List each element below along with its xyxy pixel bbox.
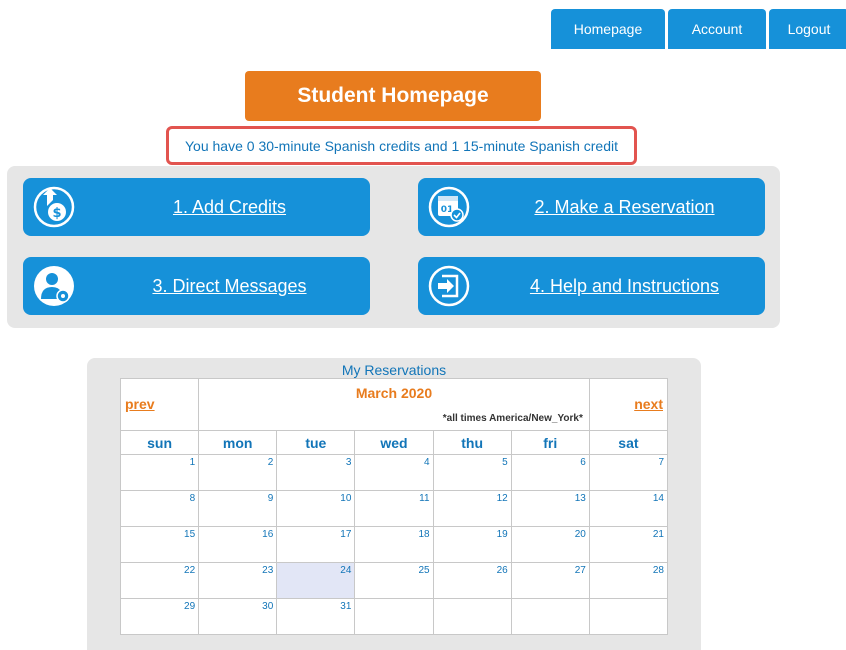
day-cell-empty	[588, 598, 669, 635]
day-cell[interactable]: 16	[198, 526, 278, 563]
day-cell[interactable]: 22	[119, 562, 200, 599]
day-cell[interactable]: 10	[276, 490, 356, 527]
nav-homepage-button[interactable]: Homepage	[551, 9, 665, 49]
day-cell[interactable]: 20	[510, 526, 590, 563]
day-cell[interactable]: 7	[588, 454, 669, 491]
day-cell[interactable]: 3	[276, 454, 356, 491]
day-cell[interactable]: 2	[198, 454, 278, 491]
day-cell[interactable]: 17	[276, 526, 356, 563]
day-cell-empty	[354, 598, 434, 635]
day-cell[interactable]: 4	[354, 454, 434, 491]
calendar-header-row: prev March 2020 *all times America/New_Y…	[119, 378, 669, 431]
day-cell[interactable]: 6	[510, 454, 590, 491]
day-cell[interactable]: 13	[510, 490, 590, 527]
help-instructions-label: 4. Help and Instructions	[529, 275, 720, 296]
day-cell[interactable]: 19	[432, 526, 512, 563]
dow-wed: wed	[354, 430, 434, 455]
day-cell[interactable]: 31	[276, 598, 356, 635]
prev-month-link[interactable]: prev	[125, 396, 155, 412]
day-cell[interactable]: 1	[119, 454, 200, 491]
help-instructions-button[interactable]: 4. Help and Instructions	[418, 257, 765, 315]
top-nav: Homepage Account Logout	[551, 9, 846, 49]
dow-sun: sun	[119, 430, 200, 455]
day-cell[interactable]: 14	[588, 490, 669, 527]
dow-mon: mon	[198, 430, 278, 455]
calendar-table: prev March 2020 *all times America/New_Y…	[119, 378, 669, 635]
prev-cell: prev	[119, 378, 200, 431]
week-row: 1 2 3 4 5 6 7	[119, 454, 669, 491]
add-credits-label: 1. Add Credits	[172, 196, 287, 217]
day-cell-empty	[510, 598, 590, 635]
day-cell[interactable]: 12	[432, 490, 512, 527]
exit-arrow-icon	[428, 265, 470, 307]
day-cell[interactable]: 9	[198, 490, 278, 527]
week-row: 15 16 17 18 19 20 21	[119, 526, 669, 563]
calendar-heading: My Reservations	[341, 362, 447, 378]
day-cell[interactable]: 27	[510, 562, 590, 599]
dow-tue: tue	[276, 430, 356, 455]
day-cell[interactable]: 11	[354, 490, 434, 527]
day-cell-highlighted[interactable]: 24	[276, 562, 356, 599]
next-month-link[interactable]: next	[634, 396, 663, 412]
days-of-week-row: sun mon tue wed thu fri sat	[119, 430, 669, 455]
reservations-calendar: My Reservations prev March 2020 *all tim…	[87, 358, 701, 650]
dow-thu: thu	[432, 430, 512, 455]
day-cell[interactable]: 18	[354, 526, 434, 563]
day-cell[interactable]: 21	[588, 526, 669, 563]
nav-logout-button[interactable]: Logout	[769, 9, 846, 49]
day-cell[interactable]: 15	[119, 526, 200, 563]
day-cell[interactable]: 29	[119, 598, 200, 635]
day-cell-empty	[432, 598, 512, 635]
week-row: 29 30 31	[119, 598, 669, 635]
day-cell[interactable]: 28	[588, 562, 669, 599]
credits-notice: You have 0 30-minute Spanish credits and…	[166, 126, 637, 165]
timezone-note: *all times America/New_York*	[442, 413, 583, 424]
week-row: 22 23 24 25 26 27 28	[119, 562, 669, 599]
make-reservation-label: 2. Make a Reservation	[534, 196, 715, 217]
day-cell[interactable]: 8	[119, 490, 200, 527]
day-cell[interactable]: 5	[432, 454, 512, 491]
dow-sat: sat	[588, 430, 669, 455]
day-cell[interactable]: 26	[432, 562, 512, 599]
day-cell[interactable]: 23	[198, 562, 278, 599]
add-credits-button[interactable]: $ 1. Add Credits	[23, 178, 370, 236]
month-title-cell: March 2020 *all times America/New_York*	[198, 378, 590, 431]
day-cell[interactable]: 25	[354, 562, 434, 599]
direct-messages-label: 3. Direct Messages	[152, 275, 307, 296]
page-title: Student Homepage	[245, 71, 541, 121]
svg-text:$: $	[52, 206, 61, 221]
calendar-check-icon: 01	[428, 186, 470, 228]
nav-account-button[interactable]: Account	[668, 9, 766, 49]
day-cell[interactable]: 30	[198, 598, 278, 635]
make-reservation-button[interactable]: 01 2. Make a Reservation	[418, 178, 765, 236]
month-title: March 2020	[355, 385, 433, 401]
user-gear-icon	[34, 266, 74, 306]
dollar-upload-icon: $	[33, 186, 75, 228]
direct-messages-button[interactable]: 3. Direct Messages	[23, 257, 370, 315]
next-cell: next	[588, 378, 669, 431]
week-row: 8 9 10 11 12 13 14	[119, 490, 669, 527]
dow-fri: fri	[510, 430, 590, 455]
